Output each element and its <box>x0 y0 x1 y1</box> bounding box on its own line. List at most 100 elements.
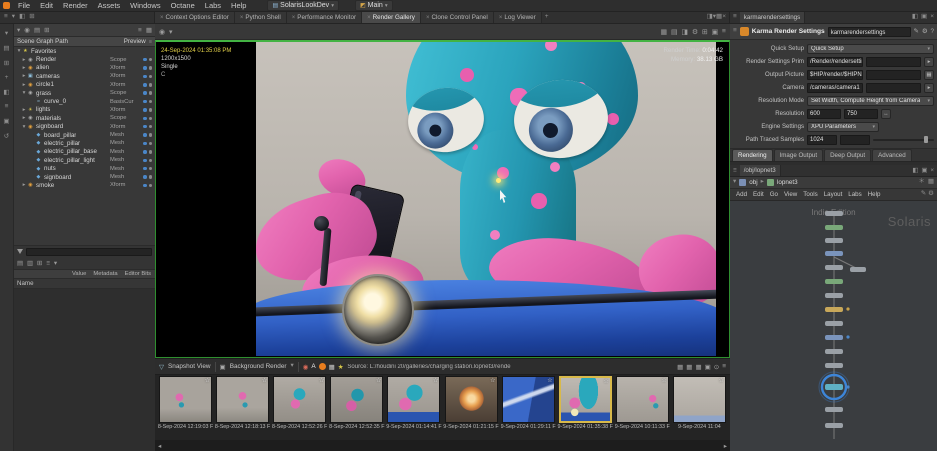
edit-icon[interactable]: ✎ <box>914 28 919 35</box>
grid-view-icon[interactable]: ⊞ <box>4 59 9 67</box>
scene-graph-row[interactable]: smoke Xform <box>14 181 155 189</box>
render-viewport[interactable]: 24-Sep-2024 01:35:08 PM 1200x1500 Single… <box>155 40 730 358</box>
scene-graph-row[interactable]: nuts Mesh <box>14 164 155 172</box>
pane-menu-icon[interactable]: ≡ <box>733 167 737 174</box>
gallery-thumbnail[interactable]: ☆ 9-Sep-2024 01:14:41 F <box>385 376 442 440</box>
menu-icon[interactable]: ≡ <box>722 28 726 35</box>
scene-graph-row[interactable]: electric_pillar Mesh <box>14 139 155 147</box>
param-dropdown[interactable]: Set Width, Compute Height from Camera ▾ <box>807 96 934 106</box>
node-icon[interactable]: ◉ <box>24 26 30 34</box>
star-icon[interactable]: ☆ <box>603 378 608 385</box>
scene-graph-row[interactable]: signboard Xform <box>14 123 155 131</box>
network-menu-item[interactable]: View <box>781 191 800 198</box>
gallery-scrollbar[interactable]: ◂ ▸ <box>155 440 730 451</box>
thumbnail-image[interactable]: ☆ <box>387 376 440 423</box>
param-input[interactable]: /Render/rendersettings <box>807 57 863 67</box>
refresh-icon[interactable]: ↺ <box>4 132 9 140</box>
visibility-dots[interactable] <box>143 83 155 87</box>
network-editor-canvas[interactable]: Indie Edition Solaris <box>730 201 937 451</box>
thumbnail-image[interactable]: ☆ <box>216 376 269 423</box>
gallery-thumbnail[interactable]: ☆ 8-Sep-2024 12:18:13 F <box>214 376 271 440</box>
background-render-label[interactable]: Background Render <box>230 363 287 370</box>
gear-icon[interactable]: ⚙ <box>928 191 934 198</box>
menu-item[interactable]: Octane <box>166 1 200 10</box>
menu-item[interactable]: Help <box>226 1 251 10</box>
chevron-down-icon[interactable]: ▾ <box>17 26 20 34</box>
param-input-2[interactable] <box>866 83 922 93</box>
gear-icon[interactable]: ⚙ <box>692 28 698 36</box>
drag-handle-icon[interactable]: ≡ <box>733 28 737 35</box>
pin-icon[interactable]: ＊ <box>918 179 925 186</box>
gallery-thumbnail[interactable]: ☆ 8-Sep-2024 12:52:26 F <box>271 376 328 440</box>
menu-item[interactable]: Assets <box>93 1 126 10</box>
thumbnail-image[interactable]: ☆ <box>502 376 555 423</box>
param-input[interactable]: 600 <box>807 109 841 119</box>
gallery-thumbnail[interactable]: ☆ 9-Sep-2024 11:04 <box>671 376 728 440</box>
visibility-dots[interactable] <box>143 159 155 163</box>
param-dropdown[interactable]: Quick Setup ▾ <box>807 44 934 54</box>
gallery-thumbnail[interactable]: ☆ 9-Sep-2024 01:29:11 F <box>500 376 557 440</box>
visibility-dots[interactable] <box>143 58 155 62</box>
sort-icon[interactable]: ≡ <box>149 39 152 45</box>
thumbnail-image[interactable]: ☆ <box>330 376 383 423</box>
param-action-icon[interactable] <box>924 70 934 80</box>
visibility-dots[interactable] <box>143 133 155 137</box>
add-tab-icon[interactable]: + <box>542 14 552 21</box>
close-icon[interactable]: × <box>160 15 164 21</box>
close-pane-icon[interactable]: × <box>930 167 934 174</box>
param-input-2[interactable] <box>866 70 922 80</box>
scene-graph-row[interactable]: alien Xform <box>14 64 155 72</box>
star-icon[interactable]: ☆ <box>661 377 666 384</box>
render-node-icon[interactable]: ◉ <box>159 28 165 36</box>
pane-tab[interactable]: × Clone Control Panel <box>421 12 494 23</box>
chevron-down-icon[interactable]: ▾ <box>54 260 57 267</box>
visibility-dots[interactable] <box>143 125 155 129</box>
pane-tab[interactable]: × Log Viewer <box>494 12 542 23</box>
scene-graph-row[interactable]: electric_pillar_base Mesh <box>14 148 155 156</box>
pane-tab[interactable]: × Context Options Editor <box>155 12 235 23</box>
grid-icon[interactable]: ▦ <box>928 179 934 186</box>
scene-graph-row[interactable]: electric_pillar_light Mesh <box>14 156 155 164</box>
maximize-pane-icon[interactable]: ▣ <box>921 167 927 174</box>
scroll-right-icon[interactable]: ▸ <box>724 442 727 450</box>
thumbnail-image[interactable]: ☆ <box>616 376 669 423</box>
star-icon[interactable]: ☆ <box>433 377 438 384</box>
gallery-thumbnail[interactable]: ☆ 9-Sep-2024 10:11:33 F <box>614 376 671 440</box>
karma-tab[interactable]: Image Output <box>774 149 824 161</box>
gallery-thumbnail[interactable]: ☆ 8-Sep-2024 12:52:35 F <box>328 376 385 440</box>
pane-tab[interactable]: × Render Gallery <box>362 12 421 23</box>
list-view-icon[interactable]: ▤ <box>17 260 23 267</box>
column-header[interactable]: Value <box>72 271 86 277</box>
star-icon[interactable]: ☆ <box>205 377 210 384</box>
param-input[interactable]: $HIP/render/$HIPNAME.$OS.$F4.exr <box>807 70 863 80</box>
karma-tab[interactable]: Advanced <box>872 149 912 161</box>
visibility-dots[interactable] <box>143 142 155 146</box>
preview-column-header[interactable]: Preview <box>124 38 146 45</box>
gallery-thumbnail[interactable]: ☆ 9-Sep-2024 01:21:15 F <box>442 376 499 440</box>
split-icon[interactable]: ◨ <box>681 28 687 36</box>
close-pane-icon[interactable]: × <box>722 14 729 21</box>
visibility-dots[interactable] <box>143 184 155 188</box>
visibility-dots[interactable] <box>143 75 155 79</box>
snapshot-view-label[interactable]: Snapshot View <box>168 363 211 370</box>
gallery-thumbnail[interactable]: ☆ 8-Sep-2024 12:19:03 F <box>157 376 214 440</box>
star-icon[interactable]: ★ <box>338 363 344 371</box>
layout-selector[interactable]: ◩ Main ▾ <box>355 0 393 11</box>
star-icon[interactable]: ☆ <box>547 377 552 384</box>
param-action-icon[interactable] <box>881 109 891 119</box>
karma-tab[interactable]: Rendering <box>732 149 773 161</box>
network-menu-item[interactable]: Tools <box>800 191 820 198</box>
name-column-header[interactable]: Name <box>14 279 155 289</box>
network-pane-tab[interactable]: /obj/lopnet3 <box>740 165 781 176</box>
scene-graph-row[interactable]: cameras Xform <box>14 72 155 80</box>
magnifier-icon[interactable]: ⊙ <box>714 363 719 371</box>
thumbnail-image[interactable]: ☆ <box>673 376 726 423</box>
star-icon[interactable]: ☆ <box>376 377 381 384</box>
menu-icon[interactable]: ≡ <box>46 260 50 267</box>
help-icon[interactable]: ? <box>930 28 934 35</box>
close-icon[interactable]: × <box>292 15 296 21</box>
split-pane-icon[interactable]: ◧ <box>19 14 25 21</box>
desktop-selector[interactable]: ▤ SolarisLookDev ▾ <box>267 0 338 11</box>
maximize-pane-icon[interactable]: ▣ <box>921 14 927 21</box>
split-pane-icon[interactable]: ◧ <box>912 167 918 174</box>
